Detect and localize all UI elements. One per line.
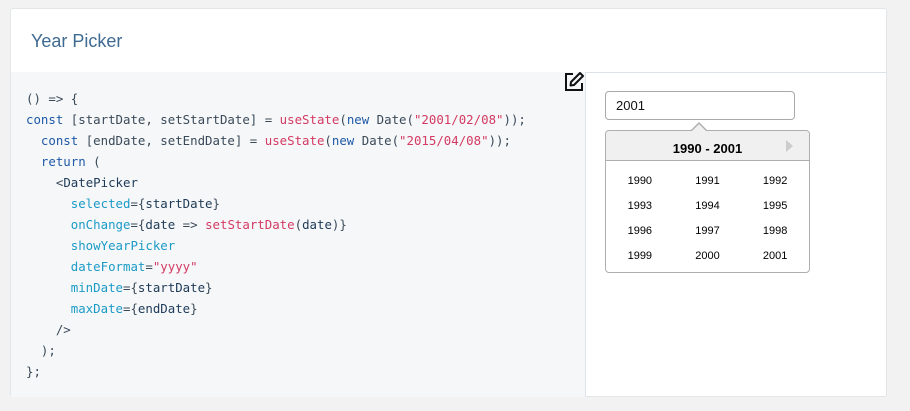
code-token: (	[339, 112, 347, 127]
year-option-1998[interactable]: 1998	[741, 219, 809, 244]
year-option-1999[interactable]: 1999	[606, 244, 674, 269]
code-token: useState	[264, 133, 325, 148]
code-token: ));	[503, 112, 526, 127]
code-token: useState	[279, 112, 340, 127]
code-token: date	[302, 217, 332, 232]
year-range-label: 1990 - 2001	[672, 141, 743, 156]
code-token: />	[26, 322, 71, 337]
code-token: [startDate, setStartDate] =	[63, 112, 280, 127]
code-token: <	[26, 175, 64, 190]
code-line: };	[26, 361, 526, 382]
code-token: onChange	[70, 217, 131, 232]
code-token: );	[26, 343, 56, 358]
code-example-card: Year Picker () => { const [startDate, set…	[10, 8, 887, 397]
code-token: startDate	[145, 196, 213, 211]
code-token: date	[145, 217, 176, 232]
year-grid: 1990 1991 1992 1993 1994 1995 1996 1997 1998 1999…	[606, 169, 809, 269]
year-option-1991[interactable]: 1991	[674, 169, 742, 194]
code-token: showYearPicker	[70, 238, 176, 253]
code-line: );	[26, 340, 526, 361]
year-option-1995[interactable]: 1995	[741, 194, 809, 219]
code-token: () => {	[26, 91, 79, 106]
code-line: const [startDate, setStartDate] = useSta…	[26, 109, 526, 130]
code-token: const	[26, 112, 64, 127]
code-token: dateFormat	[70, 259, 146, 274]
code-line: onChange={date => setStartDate(date)}	[26, 214, 526, 235]
code-token: [endDate, setEndDate] =	[78, 133, 265, 148]
code-line: return (	[26, 151, 526, 172]
code-token: =>	[175, 217, 206, 232]
code-token: new	[346, 112, 370, 127]
code-token: selected	[70, 196, 131, 211]
year-option-1996[interactable]: 1996	[606, 219, 674, 244]
code-token: return	[40, 154, 86, 169]
code-token: }	[190, 301, 198, 316]
year-option-2000[interactable]: 2000	[674, 244, 742, 269]
year-option-1994[interactable]: 1994	[674, 194, 742, 219]
code-token: ={	[122, 301, 138, 316]
code-token: ={	[130, 217, 146, 232]
code-line: minDate={startDate}	[26, 277, 526, 298]
code-line: maxDate={endDate}	[26, 298, 526, 319]
code-token: startDate	[137, 280, 206, 295]
code-token: "2015/04/08"	[399, 133, 489, 148]
code-token: ={	[122, 280, 138, 295]
code-token: };	[26, 364, 41, 379]
triangle-right-icon[interactable]	[786, 140, 793, 152]
code-line: />	[26, 319, 526, 340]
code-line: showYearPicker	[26, 235, 526, 256]
year-input[interactable]	[605, 91, 795, 120]
code-token: DatePicker	[63, 175, 138, 190]
year-option-1993[interactable]: 1993	[606, 194, 674, 219]
year-picker-header: 1990 - 2001	[606, 131, 809, 161]
code-line: dateFormat="yyyy"	[26, 256, 526, 277]
code-block[interactable]: () => { const [startDate, setStartDate] =…	[26, 88, 526, 382]
code-token: const	[40, 133, 79, 148]
code-token: (	[85, 154, 101, 169]
code-token: setStartDate	[205, 217, 295, 232]
code-token: endDate	[137, 301, 191, 316]
edit-icon[interactable]	[563, 71, 585, 93]
code-token: )}	[331, 217, 347, 232]
code-line: selected={startDate}	[26, 193, 526, 214]
code-token: "2001/02/08"	[413, 112, 504, 127]
code-token: maxDate	[70, 301, 123, 316]
code-token: minDate	[70, 280, 123, 295]
year-option-1992[interactable]: 1992	[741, 169, 809, 194]
code-line: () => {	[26, 88, 526, 109]
popup-arrow-fill	[691, 124, 707, 132]
code-token: Date(	[369, 112, 414, 127]
code-token: ={	[130, 196, 146, 211]
card-header: Year Picker	[11, 9, 886, 73]
code-line: const [endDate, setEndDate] = useState(n…	[26, 130, 526, 151]
code-line: <DatePicker	[26, 172, 526, 193]
code-token: ));	[488, 133, 511, 148]
code-token: "yyyy"	[152, 259, 198, 274]
code-token: (	[324, 133, 332, 148]
code-token: =	[145, 259, 153, 274]
code-token: }	[212, 196, 220, 211]
year-option-1997[interactable]: 1997	[674, 219, 742, 244]
year-picker-popup: 1990 - 2001 1990 1991 1992 1993 1994 1995 1996…	[605, 122, 810, 273]
code-token: }	[205, 280, 213, 295]
year-option-2001[interactable]: 2001	[741, 244, 809, 269]
code-token: new	[331, 133, 355, 148]
year-option-1990[interactable]: 1990	[606, 169, 674, 194]
code-editor[interactable]: () => { const [startDate, setStartDate] =…	[11, 72, 586, 397]
card-title: Year Picker	[31, 31, 123, 51]
code-token: (	[294, 217, 303, 232]
code-token: Date(	[354, 133, 400, 148]
